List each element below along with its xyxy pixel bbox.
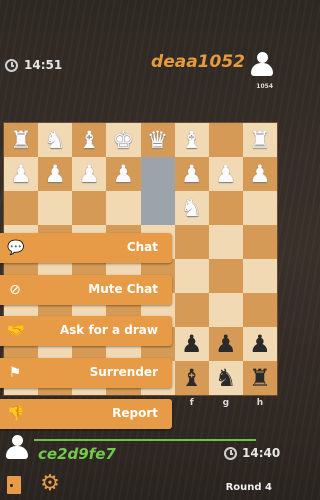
board-square[interactable]: ♟ bbox=[174, 327, 209, 361]
file-label: f bbox=[189, 398, 194, 408]
board-square[interactable]: ♞ bbox=[208, 361, 243, 395]
board-square[interactable]: ♜ bbox=[242, 123, 277, 157]
board-square[interactable]: ♟ bbox=[242, 157, 277, 191]
player-clock-icon bbox=[224, 447, 237, 460]
report-label: Report bbox=[112, 406, 158, 420]
white-piece[interactable]: ♟ bbox=[38, 157, 72, 191]
board-square[interactable]: ♟ bbox=[38, 157, 73, 191]
board-square[interactable] bbox=[242, 259, 277, 293]
board-square[interactable] bbox=[38, 191, 73, 225]
white-piece[interactable]: ♜ bbox=[243, 123, 277, 157]
board-square[interactable] bbox=[174, 293, 209, 327]
thumbs-down-icon: 👎 bbox=[7, 406, 25, 422]
board-square[interactable] bbox=[140, 191, 175, 225]
board-square[interactable] bbox=[174, 259, 209, 293]
white-piece[interactable]: ♝ bbox=[175, 123, 209, 157]
exit-door-icon[interactable] bbox=[7, 476, 21, 494]
file-label: h bbox=[256, 398, 264, 408]
chat-label: Chat bbox=[126, 240, 158, 254]
board-square[interactable] bbox=[208, 191, 243, 225]
board-square[interactable]: ♞ bbox=[174, 191, 209, 225]
white-piece[interactable]: ♟ bbox=[243, 157, 277, 191]
board-square[interactable]: ♛ bbox=[140, 123, 175, 157]
black-piece[interactable]: ♜ bbox=[243, 361, 277, 395]
white-piece[interactable]: ♞ bbox=[38, 123, 72, 157]
report-button[interactable]: 👎 Report bbox=[0, 399, 172, 429]
board-square[interactable] bbox=[242, 293, 277, 327]
board-square[interactable] bbox=[208, 225, 243, 259]
board-square[interactable]: ♟ bbox=[72, 157, 107, 191]
board-square[interactable]: ♟ bbox=[208, 157, 243, 191]
white-piece[interactable]: ♟ bbox=[106, 157, 140, 191]
black-piece[interactable]: ♟ bbox=[243, 327, 277, 361]
board-square[interactable] bbox=[140, 157, 175, 191]
white-piece[interactable]: ♚ bbox=[106, 123, 140, 157]
board-square[interactable] bbox=[4, 191, 39, 225]
white-piece[interactable]: ♝ bbox=[72, 123, 106, 157]
board-square[interactable]: ♟ bbox=[242, 327, 277, 361]
board-square[interactable]: ♜ bbox=[4, 123, 39, 157]
round-indicator: Round 4 bbox=[225, 482, 272, 493]
board-square[interactable] bbox=[208, 259, 243, 293]
board-square[interactable] bbox=[174, 225, 209, 259]
flag-icon: ⚑ bbox=[8, 365, 22, 381]
muted-bubble-icon: ⊘ bbox=[9, 282, 21, 298]
black-piece[interactable]: ♟ bbox=[175, 327, 209, 361]
white-piece[interactable]: ♜ bbox=[4, 123, 38, 157]
board-square[interactable] bbox=[242, 225, 277, 259]
board-square[interactable]: ♝ bbox=[72, 123, 107, 157]
board-square[interactable]: ♟ bbox=[4, 157, 39, 191]
chat-button[interactable]: 💬 Chat bbox=[0, 233, 172, 263]
opponent-name: deaa1052 bbox=[151, 52, 245, 72]
player-timer: 14:40 bbox=[242, 446, 281, 460]
black-piece[interactable]: ♞ bbox=[209, 361, 243, 395]
ask-draw-label: Ask for a draw bbox=[59, 323, 158, 337]
file-label: g bbox=[222, 398, 230, 408]
board-square[interactable] bbox=[242, 191, 277, 225]
surrender-label: Surrender bbox=[89, 365, 158, 379]
white-piece[interactable]: ♞ bbox=[175, 191, 209, 225]
board-square[interactable]: ♝ bbox=[174, 361, 209, 395]
board-square[interactable] bbox=[72, 191, 107, 225]
board-square[interactable]: ♞ bbox=[38, 123, 73, 157]
opponent-timer: 14:51 bbox=[24, 58, 63, 72]
black-piece[interactable]: ♝ bbox=[175, 361, 209, 395]
board-square[interactable]: ♟ bbox=[174, 157, 209, 191]
opponent-avatar-icon[interactable] bbox=[249, 52, 275, 82]
board-square[interactable]: ♟ bbox=[106, 157, 141, 191]
white-piece[interactable]: ♟ bbox=[175, 157, 209, 191]
white-piece[interactable]: ♛ bbox=[141, 123, 175, 157]
speech-bubble-icon: 💬 bbox=[7, 240, 25, 256]
board-square[interactable] bbox=[208, 123, 243, 157]
board-square[interactable] bbox=[106, 191, 141, 225]
ask-draw-button[interactable]: 🤝 Ask for a draw bbox=[0, 316, 172, 346]
player-name: ce2d9fe7 bbox=[38, 445, 116, 463]
opponent-clock-icon bbox=[5, 59, 18, 72]
board-square[interactable]: ♟ bbox=[208, 327, 243, 361]
mute-chat-button[interactable]: ⊘ Mute Chat bbox=[0, 275, 172, 305]
board-square[interactable] bbox=[208, 293, 243, 327]
player-avatar-icon[interactable] bbox=[4, 435, 30, 463]
handshake-icon: 🤝 bbox=[7, 323, 25, 339]
player-time-progress bbox=[34, 439, 256, 441]
gear-icon[interactable]: ⚙ bbox=[39, 473, 61, 495]
black-piece[interactable]: ♟ bbox=[209, 327, 243, 361]
surrender-button[interactable]: ⚑ Surrender bbox=[0, 358, 172, 388]
white-piece[interactable]: ♟ bbox=[209, 157, 243, 191]
board-square[interactable]: ♜ bbox=[242, 361, 277, 395]
white-piece[interactable]: ♟ bbox=[72, 157, 106, 191]
mute-chat-label: Mute Chat bbox=[88, 282, 158, 296]
opponent-rating: 1054 bbox=[256, 83, 273, 90]
board-square[interactable]: ♚ bbox=[106, 123, 141, 157]
board-square[interactable]: ♝ bbox=[174, 123, 209, 157]
white-piece[interactable]: ♟ bbox=[4, 157, 38, 191]
